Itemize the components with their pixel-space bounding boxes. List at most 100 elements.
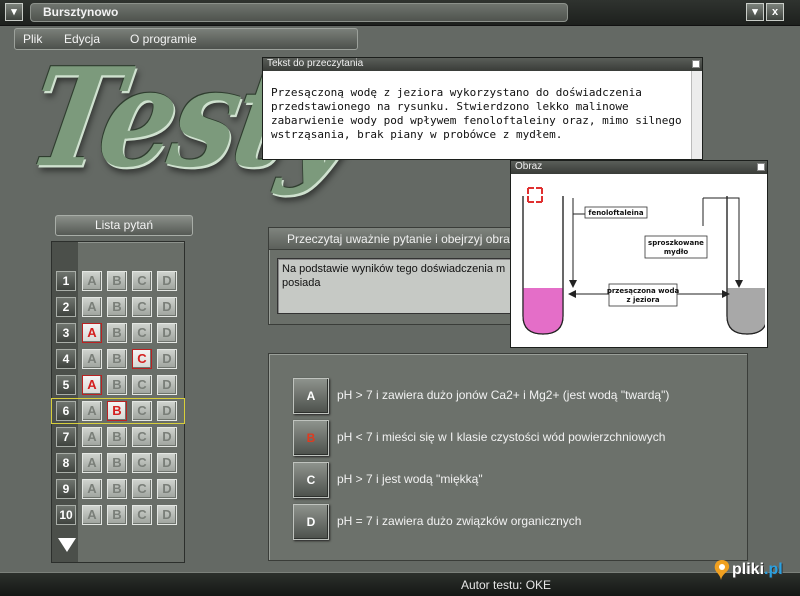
close-button[interactable]: x (766, 3, 784, 21)
question-row: 8ABCD (52, 451, 184, 475)
reading-window-title: Tekst do przeczytania (267, 58, 364, 69)
answer-choice-c[interactable]: C (132, 479, 152, 499)
watermark-main: pliki (732, 561, 765, 578)
question-row: 4ABCD (52, 347, 184, 371)
answer-choice-d[interactable]: D (157, 375, 177, 395)
watermark: pliki.pl (712, 557, 798, 593)
answer-choice-d[interactable]: D (157, 505, 177, 525)
reading-line: wstrząsania, brak piany w probówce z myd… (271, 128, 563, 141)
answer-choice-c[interactable]: C (132, 401, 152, 421)
question-panel-title: Przeczytaj uważnie pytanie i obejrzyj ob… (269, 228, 517, 250)
image-window-title: Obraz (515, 161, 543, 172)
answer-button-c[interactable]: C (293, 462, 329, 498)
answer-choice-d[interactable]: D (157, 479, 177, 499)
answer-button-a[interactable]: A (293, 378, 329, 414)
answer-choice-b[interactable]: B (107, 401, 127, 421)
scroll-down-arrow-icon[interactable] (58, 538, 76, 552)
answer-row: CpH > 7 i jest wodą "miękką" (293, 462, 733, 498)
answer-choice-a[interactable]: A (82, 453, 102, 473)
question-row: 7ABCD (52, 425, 184, 449)
indicator-label: fenoloftaleina (588, 209, 643, 217)
answer-choice-a[interactable]: A (82, 323, 102, 343)
reading-line: zabarwienie wody pod wpływem fenoloftale… (271, 114, 682, 127)
answer-choice-d[interactable]: D (157, 427, 177, 447)
answer-choice-c[interactable]: C (132, 271, 152, 291)
answer-choice-a[interactable]: A (82, 427, 102, 447)
question-number-button[interactable]: 1 (56, 271, 76, 291)
question-number-button[interactable]: 3 (56, 323, 76, 343)
answer-choice-c[interactable]: C (132, 453, 152, 473)
answer-choice-b[interactable]: B (107, 375, 127, 395)
answer-choice-c[interactable]: C (132, 375, 152, 395)
reading-window-titlebar: Tekst do przeczytania (263, 58, 702, 71)
question-number-button[interactable]: 8 (56, 453, 76, 473)
question-number-button[interactable]: 6 (56, 401, 76, 421)
question-row: 6ABCD (51, 398, 185, 424)
answer-choice-a[interactable]: A (82, 271, 102, 291)
answer-text: pH < 7 i mieści się w I klasie czystości… (337, 430, 666, 444)
answer-choice-c[interactable]: C (132, 297, 152, 317)
answer-choice-d[interactable]: D (157, 453, 177, 473)
experiment-diagram: fenoloftaleina sproszkowane mydło przesąc… (513, 176, 765, 346)
image-window: Obraz fenoloftaleina sproszkowane mydło … (510, 160, 768, 348)
answer-choice-d[interactable]: D (157, 401, 177, 421)
menu-plik[interactable]: Plik (23, 32, 42, 46)
answer-choice-b[interactable]: B (107, 297, 127, 317)
question-row: 1ABCD (52, 269, 184, 293)
question-number-button[interactable]: 10 (56, 505, 76, 525)
pliki-logo-icon (714, 560, 730, 580)
answer-choice-c[interactable]: C (132, 505, 152, 525)
answer-choice-b[interactable]: B (107, 349, 127, 369)
reading-window-close-icon[interactable] (692, 60, 700, 68)
answer-button-d[interactable]: D (293, 504, 329, 540)
answer-choice-a[interactable]: A (82, 375, 102, 395)
question-number-button[interactable]: 5 (56, 375, 76, 395)
watermark-text: pliki.pl (732, 561, 783, 579)
answer-choice-b[interactable]: B (107, 271, 127, 291)
answer-choice-c[interactable]: C (132, 349, 152, 369)
answer-choice-b[interactable]: B (107, 505, 127, 525)
image-window-titlebar: Obraz (511, 161, 767, 174)
answer-button-b[interactable]: B (293, 420, 329, 456)
answer-choice-b[interactable]: B (107, 427, 127, 447)
answer-choice-d[interactable]: D (157, 349, 177, 369)
question-number-button[interactable]: 7 (56, 427, 76, 447)
reading-scrollbar[interactable] (691, 71, 702, 159)
question-row: 2ABCD (52, 295, 184, 319)
answer-choice-a[interactable]: A (82, 297, 102, 317)
author-label: Autor testu: OKE (461, 578, 552, 592)
question-number-button[interactable]: 4 (56, 349, 76, 369)
answer-choice-a[interactable]: A (82, 401, 102, 421)
answer-row: ApH > 7 i zawiera dużo jonów Ca2+ i Mg2+… (293, 378, 733, 414)
app-window: ▾ Bursztynowo ▾ x Plik Edycja O programi… (0, 0, 800, 596)
answer-choice-b[interactable]: B (107, 479, 127, 499)
reading-window: Tekst do przeczytania Przesączoną wodę z… (262, 57, 703, 160)
answer-choice-d[interactable]: D (157, 271, 177, 291)
reading-line: przedstawionego na rysunku. Stwierdzono … (271, 100, 629, 113)
question-row: 9ABCD (52, 477, 184, 501)
answer-row: DpH = 7 i zawiera dużo związków organicz… (293, 504, 733, 540)
answer-choice-a[interactable]: A (82, 349, 102, 369)
reading-line: Przesączoną wodę z jeziora wykorzystano … (271, 86, 642, 99)
answer-choice-c[interactable]: C (132, 323, 152, 343)
answer-choice-d[interactable]: D (157, 297, 177, 317)
question-row: 5ABCD (52, 373, 184, 397)
answer-choice-b[interactable]: B (107, 453, 127, 473)
watermark-tld: .pl (764, 561, 783, 578)
question-number-button[interactable]: 9 (56, 479, 76, 499)
answer-text: pH > 7 i zawiera dużo jonów Ca2+ i Mg2+ … (337, 388, 670, 402)
image-window-close-icon[interactable] (757, 163, 765, 171)
question-panel: Przeczytaj uważnie pytanie i obejrzyj ob… (268, 227, 518, 325)
answer-choice-a[interactable]: A (82, 505, 102, 525)
answer-choice-d[interactable]: D (157, 323, 177, 343)
answer-choice-a[interactable]: A (82, 479, 102, 499)
minimize-button[interactable]: ▾ (746, 3, 764, 21)
question-number-button[interactable]: 2 (56, 297, 76, 317)
answer-choice-c[interactable]: C (132, 427, 152, 447)
question-row: 3ABCD (52, 321, 184, 345)
window-menu-button[interactable]: ▾ (5, 3, 23, 21)
answers-panel: ApH > 7 i zawiera dużo jonów Ca2+ i Mg2+… (268, 353, 748, 561)
answer-choice-b[interactable]: B (107, 323, 127, 343)
window-title: Bursztynowo (30, 3, 568, 22)
question-text: Na podstawie wyników tego doświadczenia … (277, 258, 515, 314)
